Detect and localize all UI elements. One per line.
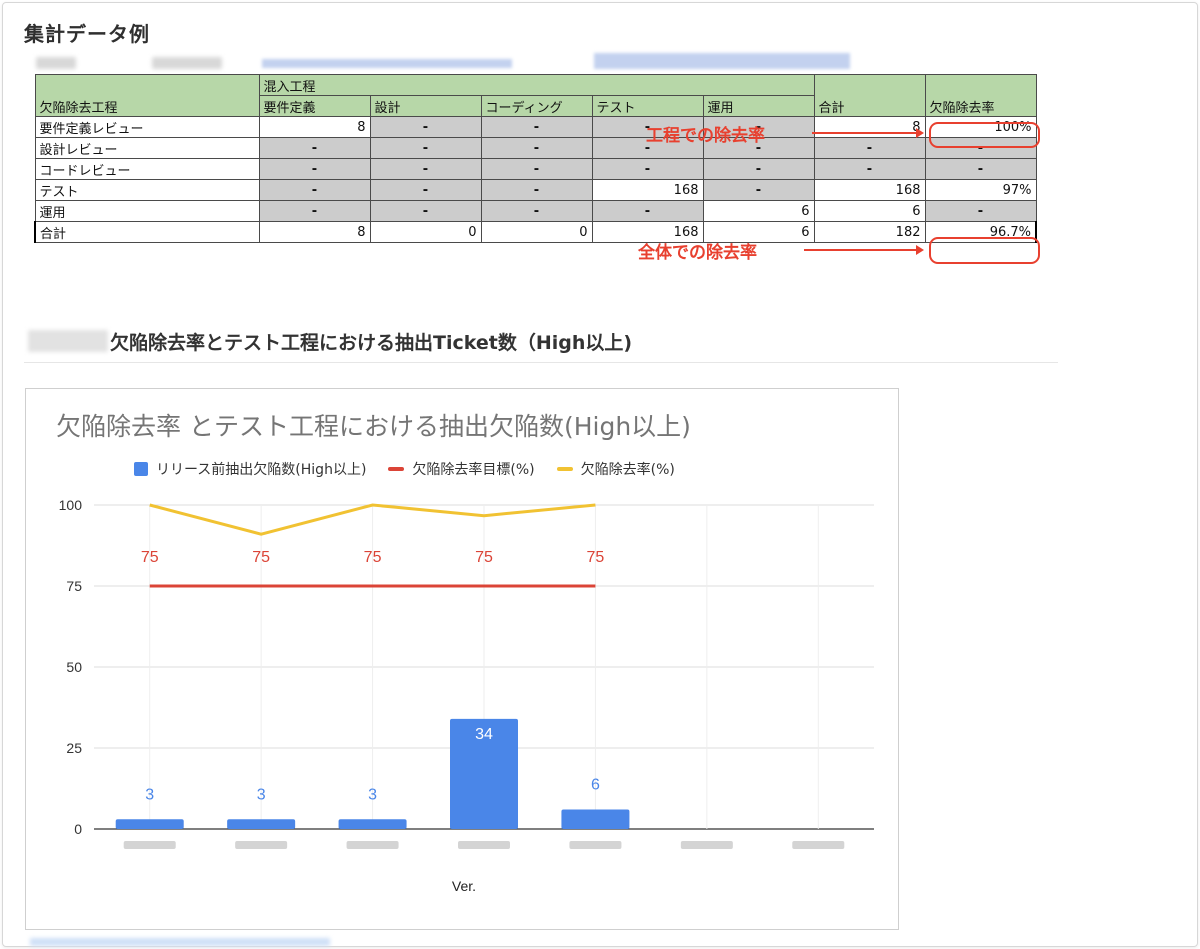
redacted-x-tick-label [235, 841, 288, 849]
annotation-process-rate: 工程での除去率 [646, 126, 765, 146]
line-data-label: 75 [587, 549, 605, 566]
line-data-label: 75 [252, 549, 270, 566]
cell: - [369, 158, 482, 180]
table-row: コードレビュー - - - - - - - [34, 158, 1037, 180]
redacted-prefix [28, 330, 108, 352]
row-label: 設計レビュー [34, 137, 260, 159]
row-label: 要件定義レビュー [34, 116, 260, 138]
y-tick-label: 0 [74, 821, 82, 837]
cell: - [258, 200, 371, 222]
cell: 8 [813, 116, 926, 138]
row-label: 合計 [34, 221, 260, 243]
row-label: 運用 [34, 200, 260, 222]
redacted-link-row [34, 53, 1034, 73]
table-row: 要件定義レビュー 8 - - - - 8 100% [34, 116, 1037, 138]
col-header: テスト [591, 95, 704, 117]
col-header: 設計 [369, 95, 482, 117]
cell: 168 [591, 179, 704, 201]
redacted-x-tick-label [792, 841, 845, 849]
cell: - [369, 179, 482, 201]
table-row: 運用 - - - - 6 6 - [34, 200, 1037, 222]
cell: 97% [924, 179, 1037, 201]
cell: - [480, 179, 593, 201]
defect-removal-table: 欠陥除去工程 混入工程 合計 欠陥除去率 要件定義 設計 コーディング テスト … [34, 74, 1037, 243]
bar [115, 819, 184, 829]
col-header: 運用 [702, 95, 815, 117]
redacted-x-tick-label [123, 841, 176, 849]
redacted-x-tick-label [346, 841, 399, 849]
section-title-chart: 欠陥除去率とテスト工程における抽出Ticket数（High以上) [110, 332, 633, 354]
cell: 168 [813, 179, 926, 201]
col-header-total: 合計 [813, 74, 926, 117]
bar [561, 809, 630, 829]
redacted-footer-link [30, 938, 330, 946]
x-axis-label: Ver. [452, 878, 476, 894]
cell: - [369, 137, 482, 159]
redacted-x-tick-label [458, 841, 510, 849]
bar-data-label: 6 [591, 777, 600, 794]
col-header: コーディング [480, 95, 593, 117]
y-tick-label: 75 [66, 578, 82, 594]
cell: - [258, 179, 371, 201]
cell: - [480, 200, 593, 222]
cell: - [924, 200, 1037, 222]
cell: 6 [702, 200, 815, 222]
table-row: テスト - - - 168 - 168 97% [34, 179, 1037, 201]
arrow-icon [812, 128, 924, 138]
cell: - [702, 158, 815, 180]
cell: - [591, 158, 704, 180]
cell: 0 [480, 221, 593, 243]
arrow-icon [804, 245, 924, 255]
col-group-header: 混入工程 [258, 74, 815, 96]
bar-data-label: 3 [145, 786, 154, 803]
divider [24, 362, 1058, 363]
chart-plot: 0 25 50 75 100 3 3 3 34 6 75 75 75 75 75 Ver. [59, 497, 874, 894]
table-row: 設計レビュー - - - - - - - [34, 137, 1037, 159]
bar-data-label: 3 [257, 786, 266, 803]
cell: - [480, 137, 593, 159]
row-header-label: 欠陥除去工程 [34, 74, 260, 117]
line-data-label: 75 [364, 549, 382, 566]
cell: 8 [258, 221, 371, 243]
y-tick-label: 50 [66, 659, 82, 675]
cell: 8 [258, 116, 371, 138]
table-row-total: 合計 8 0 0 168 6 182 96.7% [34, 221, 1037, 243]
cell: - [924, 158, 1037, 180]
cell: 0 [369, 221, 482, 243]
bar [227, 819, 296, 829]
line-data-label: 75 [475, 549, 493, 566]
redacted-x-tick-label [680, 841, 733, 849]
redacted-x-tick-label [569, 841, 622, 849]
y-tick-label: 25 [66, 740, 82, 756]
cell: - [258, 137, 371, 159]
highlight-oval [929, 122, 1040, 148]
cell: - [480, 116, 593, 138]
y-tick-label: 100 [59, 497, 83, 513]
cell: 6 [813, 200, 926, 222]
highlight-oval [929, 237, 1040, 264]
cell: - [369, 116, 482, 138]
col-header-removal-rate: 欠陥除去率 [924, 74, 1037, 117]
cell: - [369, 200, 482, 222]
annotation-overall-rate: 全体での除去率 [638, 243, 757, 263]
section-title-aggregate: 集計データ例 [24, 22, 150, 46]
bar [338, 819, 407, 829]
bar-data-label: 3 [368, 786, 377, 803]
cell: - [813, 158, 926, 180]
combo-chart: 欠陥除去率 とテスト工程における抽出欠陥数(High以上) リリース前抽出欠陥数… [25, 388, 899, 930]
cell: - [258, 158, 371, 180]
cell: 182 [813, 221, 926, 243]
row-label: テスト [34, 179, 260, 201]
cell: - [702, 179, 815, 201]
cell: - [813, 137, 926, 159]
line-data-label: 75 [141, 549, 159, 566]
cell: - [480, 158, 593, 180]
row-label: コードレビュー [34, 158, 260, 180]
bar-data-label: 34 [475, 726, 493, 743]
col-header: 要件定義 [258, 95, 371, 117]
cell: - [591, 200, 704, 222]
